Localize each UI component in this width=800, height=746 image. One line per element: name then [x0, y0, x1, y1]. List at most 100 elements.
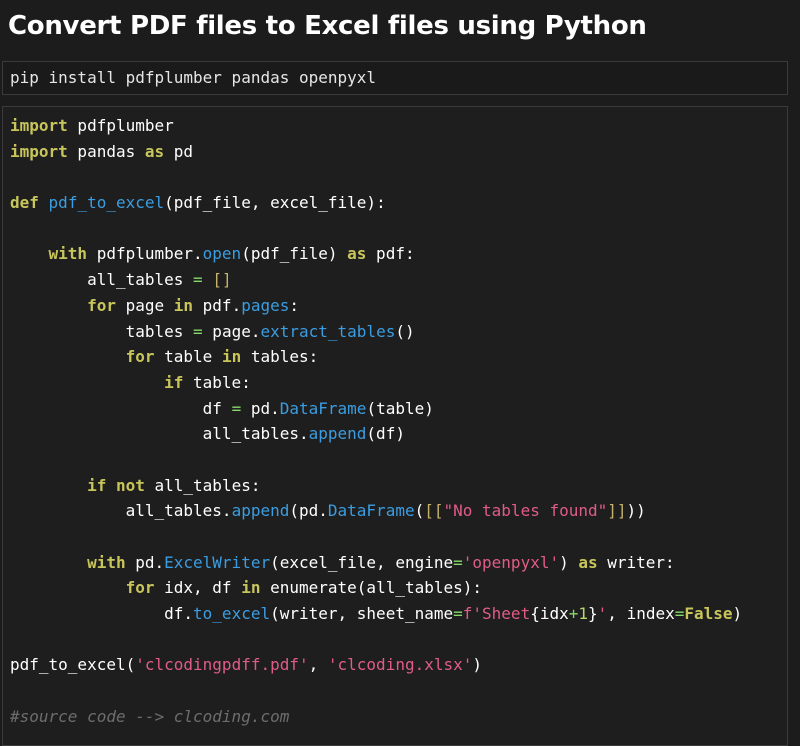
- code-line: for table in tables:: [10, 344, 787, 370]
- code-token-code-text: tables:: [241, 347, 319, 367]
- code-token-keyword: not: [115, 475, 145, 495]
- code-token-comment: #source code --> clcoding.com: [10, 706, 290, 726]
- code-token-code-text: (writer, sheet_name: [270, 604, 454, 624]
- code-token-keyword: for: [125, 578, 155, 598]
- code-token-operator: =: [674, 604, 685, 624]
- code-token-operator: =: [231, 398, 242, 418]
- code-token-keyword: in: [221, 347, 242, 367]
- code-token-string-literal: 'clcodingpdff.pdf': [135, 655, 309, 675]
- install-command-block[interactable]: pip install pdfplumber pandas openpyxl: [2, 61, 788, 95]
- code-token-code-text: pdf_to_excel(: [10, 655, 136, 675]
- code-token-keyword: in: [173, 295, 194, 315]
- code-token-code-text: (): [395, 321, 415, 341]
- code-token-code-text: table: [154, 347, 222, 367]
- code-token-string-literal: f'Sheet: [462, 604, 531, 624]
- code-token-code-text: :: [289, 295, 300, 315]
- code-token-function-name: extract_tables: [260, 321, 396, 341]
- code-token-function-name: DataFrame: [327, 501, 415, 521]
- code-token-code-text: ): [732, 604, 743, 624]
- code-token-code-text: [106, 476, 116, 495]
- code-token-code-text: [10, 476, 87, 495]
- code-token-function-name: ExcelWriter: [164, 552, 271, 572]
- code-token-code-text: ): [472, 655, 483, 675]
- code-token-code-text: all_tables.: [10, 424, 309, 444]
- code-line: def pdf_to_excel(pdf_file, excel_file):: [10, 190, 787, 216]
- code-line: if not all_tables:: [10, 473, 787, 499]
- code-token-code-text: [203, 270, 213, 289]
- code-line: for page in pdf.pages:: [10, 293, 787, 319]
- code-token-code-text: idx, df: [154, 578, 242, 598]
- code-token-code-text: [10, 578, 126, 597]
- code-block[interactable]: import pdfplumber import pandas as pd def…: [2, 106, 788, 746]
- code-token-string-literal: 'clcoding.xlsx': [327, 655, 473, 675]
- code-token-keyword: as: [144, 141, 165, 161]
- code-token-code-text: df.: [10, 604, 194, 624]
- code-token-code-text: [10, 347, 126, 366]
- code-line: pdf_to_excel('clcodingpdff.pdf', 'clcodi…: [10, 652, 787, 678]
- code-token-bracket: []: [212, 270, 232, 290]
- code-token-function-name: to_excel: [193, 604, 271, 624]
- code-token-keyword: in: [241, 578, 261, 598]
- code-token-keyword: as: [578, 552, 598, 572]
- code-token-function-name: DataFrame: [279, 398, 367, 418]
- code-line: #source code --> clcoding.com: [10, 704, 787, 730]
- code-line: import pandas as pd: [10, 139, 787, 165]
- code-line: all_tables.append(df): [10, 421, 787, 447]
- code-line: import pdfplumber: [10, 113, 787, 139]
- code-token-function-name: open: [202, 244, 242, 264]
- code-token-code-text: [10, 553, 87, 572]
- code-token-keyword: as: [347, 244, 367, 264]
- code-token-code-text: page: [115, 295, 174, 315]
- code-token-keyword: import: [10, 141, 68, 161]
- code-line: with pdfplumber.open(pdf_file) as pdf:: [10, 241, 787, 267]
- code-token-code-text: df: [10, 398, 232, 418]
- code-token-code-text: pd.: [125, 552, 165, 572]
- code-token-code-text: table:: [183, 372, 251, 392]
- code-token-keyword: def: [10, 193, 39, 213]
- code-token-code-text: )): [626, 501, 646, 521]
- code-token-string-literal: 'openpyxl': [462, 552, 560, 572]
- code-token-code-text: (pdf_file, excel_file):: [164, 193, 386, 213]
- code-token-code-text: [10, 373, 164, 392]
- code-token-code-text: all_tables: [10, 270, 194, 290]
- code-token-code-text: all_tables:: [144, 475, 261, 495]
- code-token-code-text: pdf:: [366, 244, 415, 264]
- code-line: tables = page.extract_tables(): [10, 319, 787, 345]
- code-line: df = pd.DataFrame(table): [10, 396, 787, 422]
- code-token-bracket: ]]: [607, 501, 627, 521]
- code-token-code-text: ,: [308, 655, 328, 675]
- code-token-code-text: }: [588, 604, 598, 624]
- code-token-keyword: for: [125, 347, 155, 367]
- code-token-code-text: pd.: [241, 398, 280, 418]
- code-lines: import pdfplumber import pandas as pd def…: [10, 113, 787, 730]
- code-token-number-literal: 1: [578, 604, 589, 624]
- code-token-operator: =: [453, 604, 463, 624]
- code-token-code-text: ): [559, 552, 579, 572]
- code-token-keyword: with: [48, 244, 88, 264]
- code-token-operator: =: [453, 552, 463, 572]
- code-line: df.to_excel(writer, sheet_name=f'Sheet{i…: [10, 601, 787, 627]
- code-token-code-text: pdfplumber.: [87, 244, 203, 264]
- code-token-code-text: all_tables.: [10, 501, 232, 521]
- code-token-keyword: for: [87, 295, 116, 315]
- code-token-code-text: pandas: [67, 141, 145, 161]
- code-token-string-literal: "No tables found": [443, 501, 608, 521]
- code-token-code-text: [10, 296, 87, 315]
- code-token-keyword: if: [164, 372, 184, 392]
- code-line: all_tables.append(pd.DataFrame([["No tab…: [10, 498, 787, 524]
- page-title: Convert PDF files to Excel files using P…: [8, 11, 647, 41]
- code-line: with pd.ExcelWriter(excel_file, engine='…: [10, 550, 787, 576]
- code-token-keyword: if: [87, 475, 107, 495]
- code-token-function-name: pages: [241, 295, 290, 315]
- code-token-code-text: (excel_file, engine: [270, 552, 454, 572]
- code-token-code-text: (pdf_file): [241, 244, 348, 264]
- code-token-operator: =: [193, 270, 203, 290]
- code-token-code-text: (pd.: [289, 501, 328, 521]
- code-token-code-text: pdfplumber: [67, 116, 174, 135]
